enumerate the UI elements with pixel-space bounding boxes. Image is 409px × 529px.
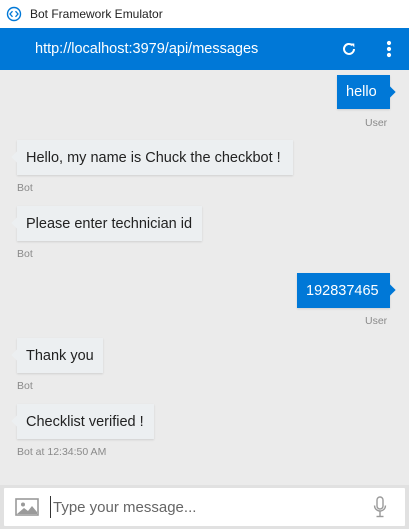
message-input[interactable] — [51, 488, 355, 526]
message-sender: User — [365, 117, 388, 129]
microphone-icon — [373, 496, 387, 518]
bot-message-bubble[interactable]: Checklist verified ! — [17, 404, 154, 439]
message-sender: Bot — [17, 248, 33, 260]
bot-message-bubble[interactable]: Thank you — [17, 338, 103, 373]
more-vertical-icon — [386, 40, 392, 58]
message-timestamp: Bot at 12:34:50 AM — [17, 446, 107, 458]
message-text: Thank you — [26, 347, 94, 364]
user-message-bubble[interactable]: hello — [337, 75, 390, 109]
endpoint-url[interactable]: http://localhost:3979/api/messages — [35, 41, 329, 57]
bot-framework-logo-icon — [6, 6, 22, 22]
window-titlebar: Bot Framework Emulator — [0, 0, 409, 28]
message-text: Checklist verified ! — [26, 413, 144, 430]
user-message-bubble[interactable]: 192837465 — [297, 273, 390, 308]
refresh-icon — [343, 42, 355, 55]
message-sender: Bot — [17, 380, 33, 392]
message-sender: User — [365, 315, 388, 327]
message-text: Please enter technician id — [26, 215, 193, 232]
message-text: 192837465 — [306, 282, 379, 299]
image-upload-button[interactable] — [4, 488, 50, 526]
image-upload-icon — [15, 498, 39, 516]
refresh-button[interactable] — [329, 28, 369, 70]
message-text: hello — [346, 84, 377, 100]
bot-message-bubble[interactable]: Please enter technician id — [17, 206, 202, 241]
composer-box — [4, 488, 405, 526]
message-list: hello User Hello, my name is Chuck the c… — [0, 70, 409, 485]
microphone-button[interactable] — [355, 488, 405, 526]
message-sender: Bot — [17, 182, 33, 194]
message-composer — [0, 485, 409, 529]
endpoint-bar: http://localhost:3979/api/messages — [0, 28, 409, 70]
bot-message-bubble[interactable]: Hello, my name is Chuck the checkbot ! — [17, 140, 293, 175]
menu-button[interactable] — [369, 28, 409, 70]
window-title: Bot Framework Emulator — [30, 7, 163, 21]
message-text: Hello, my name is Chuck the checkbot ! — [26, 149, 281, 166]
